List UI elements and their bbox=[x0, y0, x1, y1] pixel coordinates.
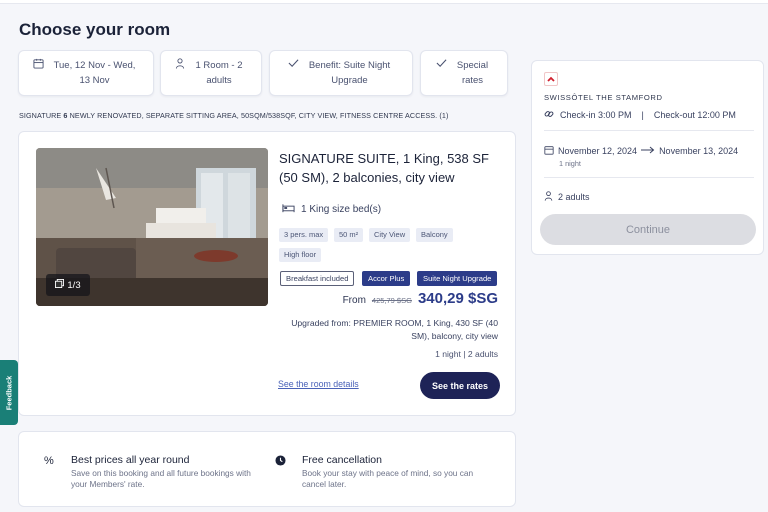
occupancy-info: 1 night | 2 adults bbox=[435, 349, 498, 359]
gallery-icon bbox=[55, 279, 65, 291]
guests-label: 2 adults bbox=[558, 192, 590, 202]
feedback-tab[interactable]: Feedback bbox=[0, 360, 18, 425]
benefit-text: Book your stay with peace of mind, so yo… bbox=[302, 468, 474, 489]
bed-label: 1 King size bed(s) bbox=[301, 204, 382, 215]
check-in-time: Check-in 3:00 PM bbox=[560, 110, 632, 120]
check-icon bbox=[436, 58, 447, 68]
tag-balcony: Balcony bbox=[416, 228, 453, 242]
continue-button[interactable]: Continue bbox=[540, 214, 756, 245]
dates-chip[interactable]: Tue, 12 Nov - Wed, 13 Nov bbox=[18, 50, 154, 96]
special-rates-chip-label: Special rates bbox=[456, 60, 489, 86]
room-title: SIGNATURE SUITE, 1 King, 538 SF (50 SM),… bbox=[279, 151, 489, 185]
room-photo[interactable]: 1/3 bbox=[36, 148, 268, 306]
person-icon bbox=[175, 58, 185, 69]
summary-divider bbox=[544, 130, 754, 131]
calendar-icon bbox=[32, 58, 44, 69]
photo-counter: 1/3 bbox=[67, 279, 81, 291]
feedback-label: Feedback bbox=[4, 375, 14, 410]
calendar-icon bbox=[544, 145, 554, 157]
upgrade-info: Upgraded from: PREMIER ROOM, 1 King, 430… bbox=[291, 318, 498, 341]
date-to: November 13, 2024 bbox=[659, 146, 739, 156]
bed-info: 1 King size bed(s) bbox=[282, 203, 381, 216]
check-separator: | bbox=[641, 110, 644, 120]
price-current: 340,29 $SG bbox=[417, 290, 498, 307]
clock-icon bbox=[275, 455, 286, 469]
dates-chip-label: Tue, 12 Nov - Wed, 13 Nov bbox=[53, 60, 136, 86]
check-in-out: Check-in 3:00 PM | Check-out 12:00 PM bbox=[544, 109, 736, 121]
tag-max-persons: 3 pers. max bbox=[279, 228, 329, 242]
guests-info: 2 adults bbox=[544, 191, 590, 203]
nights-count: 1 night bbox=[559, 159, 581, 168]
room-card: 1/3 SIGNATURE SUITE, 1 King, 538 SF (50 … bbox=[18, 131, 516, 416]
accor-plus-badge: Accor Plus bbox=[362, 271, 411, 286]
room-guests-chip-label: 1 Room - 2 adults bbox=[195, 60, 243, 86]
room-details-link[interactable]: See the room details bbox=[278, 379, 359, 389]
arrow-right-icon bbox=[641, 146, 655, 156]
person-icon bbox=[544, 191, 553, 203]
photo-counter-badge[interactable]: 1/3 bbox=[46, 274, 90, 296]
price-from-label: From bbox=[342, 295, 366, 306]
benefit-chip-label: Benefit: Suite Night Upgrade bbox=[308, 60, 391, 86]
top-bar bbox=[0, 0, 768, 4]
description-count: 6 bbox=[63, 111, 68, 120]
price-old: 425,79 $SG bbox=[371, 296, 412, 305]
summary-divider bbox=[544, 177, 754, 178]
benefit-title: Best prices all year round bbox=[71, 454, 190, 466]
suite-night-upgrade-badge: Suite Night Upgrade bbox=[417, 271, 498, 286]
see-rates-button[interactable]: See the rates bbox=[420, 372, 500, 399]
tag-size: 50 m² bbox=[334, 228, 364, 242]
tag-high-floor: High floor bbox=[279, 248, 322, 262]
description-prefix: SIGNATURE bbox=[19, 111, 62, 120]
price-row: From 425,79 $SG 340,29 $SG bbox=[343, 290, 498, 307]
bed-icon bbox=[282, 203, 295, 216]
benefit-title: Free cancellation bbox=[302, 454, 382, 466]
benefit-text: Save on this booking and all future book… bbox=[71, 468, 251, 489]
benefits-panel: % Best prices all year round Save on thi… bbox=[18, 431, 516, 507]
hotel-logo-icon bbox=[544, 72, 558, 86]
special-rates-chip[interactable]: Special rates bbox=[420, 50, 508, 96]
link-icon bbox=[544, 109, 554, 121]
stay-dates: November 12, 2024 November 13, 2024 bbox=[544, 145, 738, 157]
room-guests-chip[interactable]: 1 Room - 2 adults bbox=[160, 50, 262, 96]
page-title: Choose your room bbox=[19, 20, 171, 39]
percent-icon: % bbox=[44, 455, 54, 467]
check-out-time: Check-out 12:00 PM bbox=[653, 110, 736, 120]
booking-summary: SWISSÔTEL THE STAMFORD Check-in 3:00 PM … bbox=[531, 60, 764, 255]
check-icon bbox=[288, 58, 299, 68]
date-from: November 12, 2024 bbox=[558, 146, 638, 156]
room-description: SIGNATURE 6 NEWLY RENOVATED, SEPARATE SI… bbox=[19, 111, 448, 120]
breakfast-included-badge: Breakfast included bbox=[280, 271, 355, 286]
benefit-chip[interactable]: Benefit: Suite Night Upgrade bbox=[269, 50, 413, 96]
description-text: NEWLY RENOVATED, SEPARATE SITTING AREA, … bbox=[69, 111, 449, 120]
hotel-name: SWISSÔTEL THE STAMFORD bbox=[544, 93, 663, 102]
tag-city-view: City View bbox=[369, 228, 411, 242]
